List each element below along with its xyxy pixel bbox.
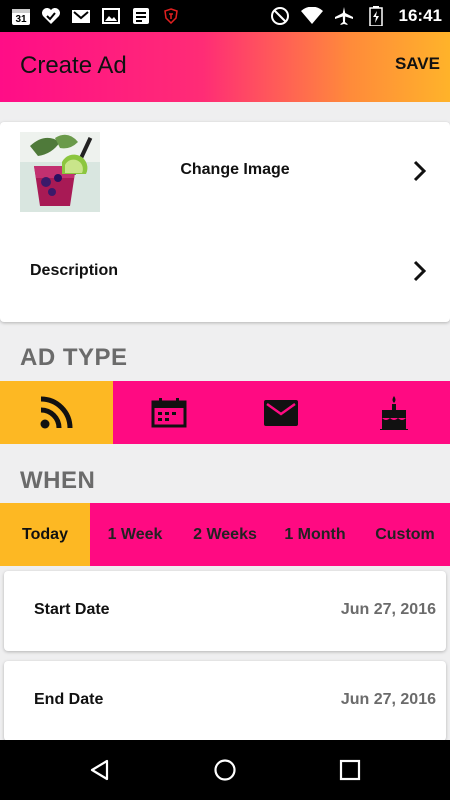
recents-button[interactable] [320, 740, 380, 800]
back-button[interactable] [70, 740, 130, 800]
start-date-row[interactable]: Start Date Jun 27, 2016 [4, 571, 446, 651]
recents-icon [339, 759, 361, 781]
ad-type-tab-feed[interactable] [0, 381, 113, 444]
end-date-label: End Date [34, 691, 104, 708]
change-image-row[interactable]: Change Image [0, 122, 450, 222]
status-bar: 31 16:41 [0, 0, 450, 32]
ad-type-tab-mail[interactable] [225, 381, 338, 444]
when-heading: WHEN [20, 467, 96, 494]
status-bar-notifications: 31 [10, 5, 182, 27]
start-date-label: Start Date [34, 601, 110, 618]
gmail-icon [70, 5, 92, 27]
ad-type-heading: AD TYPE [20, 344, 128, 371]
image-icon [100, 5, 122, 27]
status-bar-time: 16:41 [398, 6, 442, 25]
calendar-event-icon [151, 397, 187, 427]
when-tab-today[interactable]: Today [0, 503, 90, 566]
chevron-right-icon [413, 160, 427, 182]
ad-type-tabs [0, 381, 450, 444]
shield-icon [160, 5, 182, 27]
app-bar: Create Ad SAVE [0, 32, 450, 102]
status-bar-system: 16:41 [269, 5, 442, 27]
ad-type-tab-event[interactable] [113, 381, 226, 444]
notes-icon [130, 5, 152, 27]
end-date-value: Jun 27, 2016 [340, 691, 436, 708]
ad-image-thumbnail[interactable] [20, 132, 100, 212]
svg-text:31: 31 [15, 14, 27, 25]
chevron-right-icon [413, 260, 427, 282]
ad-details-card: Change Image Description [0, 122, 450, 322]
description-row[interactable]: Description [0, 222, 450, 322]
when-tab-1-month[interactable]: 1 Month [270, 503, 360, 566]
change-image-label: Change Image [180, 161, 290, 178]
navigation-bar [0, 740, 450, 800]
airplane-icon [333, 5, 355, 27]
battery-icon [365, 5, 387, 27]
heart-check-icon [40, 5, 62, 27]
when-tabs: Today 1 Week 2 Weeks 1 Month Custom [0, 503, 450, 566]
mail-icon [264, 399, 299, 426]
ad-type-tab-birthday[interactable] [338, 381, 450, 444]
home-icon [214, 759, 236, 781]
end-date-row[interactable]: End Date Jun 27, 2016 [4, 661, 446, 741]
back-icon [90, 759, 109, 781]
start-date-value: Jun 27, 2016 [340, 601, 436, 618]
calendar-icon: 31 [10, 5, 32, 27]
when-tab-custom[interactable]: Custom [360, 503, 450, 566]
when-tab-2-weeks[interactable]: 2 Weeks [180, 503, 270, 566]
do-not-disturb-icon [269, 5, 291, 27]
rss-feed-icon [40, 396, 73, 428]
home-button[interactable] [195, 740, 255, 800]
page-title: Create Ad [20, 52, 127, 79]
description-label: Description [30, 262, 119, 279]
when-tab-1-week[interactable]: 1 Week [90, 503, 180, 566]
birthday-cake-icon [379, 395, 408, 430]
save-button[interactable]: SAVE [395, 54, 440, 74]
wifi-icon [300, 5, 323, 27]
